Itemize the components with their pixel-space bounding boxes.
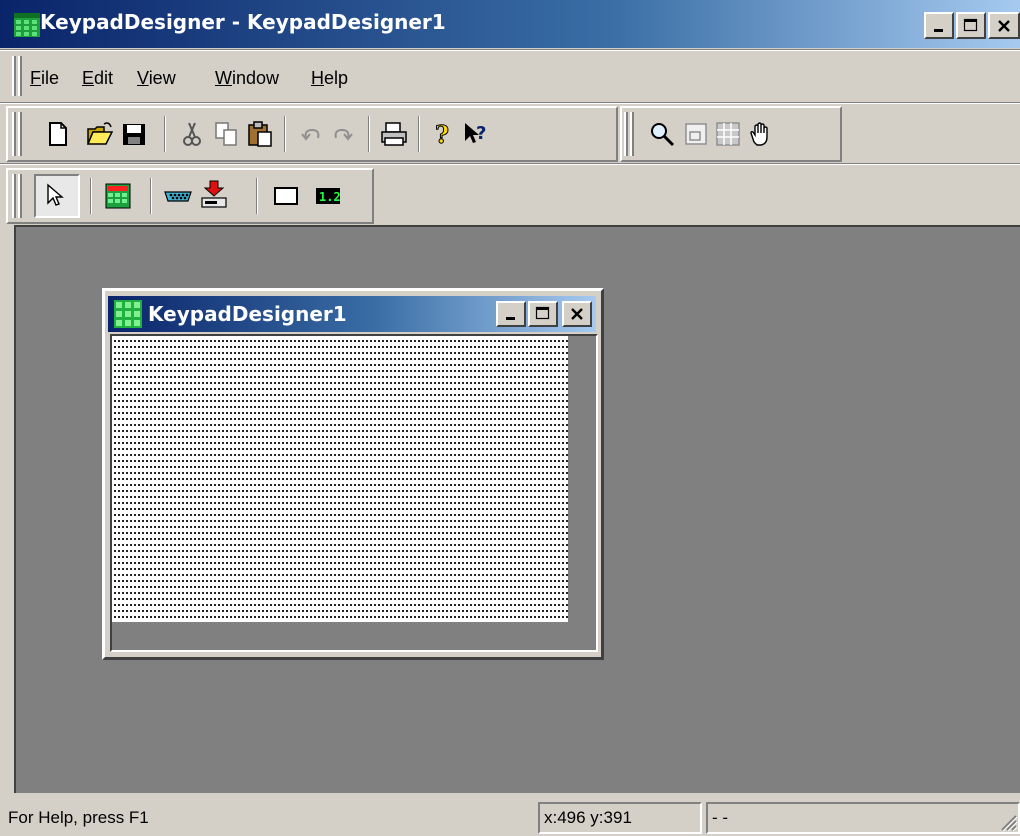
- toolbar-separator: [368, 116, 370, 152]
- new-document-icon[interactable]: [44, 120, 72, 148]
- maximize-button[interactable]: [956, 12, 986, 39]
- design-canvas-grid[interactable]: [112, 336, 568, 622]
- serial-port-icon[interactable]: [164, 182, 192, 210]
- pan-hand-icon[interactable]: [746, 120, 774, 148]
- close-icon: [998, 19, 1010, 32]
- menu-file-rest: ile: [41, 68, 60, 88]
- open-folder-icon[interactable]: [86, 120, 114, 148]
- toolbar-separator: [164, 116, 166, 152]
- minimize-icon: [934, 28, 943, 32]
- toolbar-separator: [90, 178, 92, 214]
- keypad-doc-icon: [114, 300, 142, 328]
- menubar-grip[interactable]: [12, 56, 16, 96]
- toolbar-row-divider: [0, 163, 1020, 165]
- close-icon: [571, 308, 583, 320]
- cut-icon[interactable]: [178, 120, 206, 148]
- zoom-icon[interactable]: [648, 120, 676, 148]
- toolbar-separator: [284, 116, 286, 152]
- menu-file-mnemonic: F: [30, 68, 41, 88]
- status-help-text: For Help, press F1: [8, 808, 149, 827]
- pointer-select-icon[interactable]: [44, 182, 72, 210]
- status-coordinates: x:496 y:391: [538, 802, 702, 834]
- menu-window-label: Window: [215, 68, 279, 88]
- window-title: KeypadDesigner - KeypadDesigner1: [40, 10, 446, 34]
- download-icon[interactable]: [200, 180, 228, 208]
- resize-grip-icon[interactable]: [996, 810, 1018, 832]
- menu-view-rest: iew: [148, 68, 176, 88]
- menu-window-rest: indow: [232, 68, 280, 88]
- maximize-icon: [963, 18, 978, 31]
- maximize-icon: [535, 306, 550, 320]
- save-icon[interactable]: [120, 120, 148, 148]
- print-icon[interactable]: [380, 120, 408, 148]
- tools-toolbar-grip-2[interactable]: [18, 174, 22, 218]
- menu-edit[interactable]: Edit: [82, 68, 113, 89]
- status-mode: - -: [706, 802, 1020, 834]
- menu-help[interactable]: Help: [311, 68, 348, 89]
- child-window-title: KeypadDesigner1: [148, 302, 347, 326]
- svg-text:?: ?: [435, 120, 449, 148]
- paste-icon[interactable]: [246, 120, 274, 148]
- menu-edit-label: Edit: [82, 68, 113, 88]
- svg-text:1.2: 1.2: [319, 190, 341, 204]
- menubar-grip-2[interactable]: [18, 56, 22, 96]
- menu-help-rest: elp: [324, 68, 349, 88]
- menu-view-mnemonic: V: [137, 68, 149, 88]
- svg-text:?: ?: [476, 123, 486, 144]
- menu-help-mnemonic: H: [311, 68, 324, 88]
- menu-file[interactable]: File: [30, 68, 59, 89]
- toolbar-separator: [150, 178, 152, 214]
- fit-page-icon[interactable]: [682, 120, 710, 148]
- menu-edit-mnemonic: E: [82, 68, 95, 88]
- about-icon[interactable]: ?: [428, 120, 456, 148]
- tools-toolbar-grip[interactable]: [12, 174, 16, 218]
- standard-toolbar-grip[interactable]: [12, 112, 16, 156]
- minimize-button[interactable]: [924, 12, 954, 39]
- grid-icon[interactable]: [714, 120, 742, 148]
- redo-icon[interactable]: [328, 120, 356, 148]
- menu-view-label: View: [137, 68, 176, 88]
- minimize-icon: [506, 317, 515, 320]
- menubar-bottom-divider: [0, 102, 1020, 104]
- menu-window[interactable]: Window: [215, 68, 279, 89]
- menu-view[interactable]: View: [137, 68, 176, 89]
- child-maximize-button[interactable]: [528, 301, 558, 327]
- menu-help-label: Help: [311, 68, 348, 88]
- standard-toolbar-grip-2[interactable]: [18, 112, 22, 156]
- led-display-icon[interactable]: 1.2: [314, 182, 342, 210]
- close-button[interactable]: [988, 12, 1020, 39]
- keypad-icon[interactable]: [104, 182, 132, 210]
- keypad-app-icon: [14, 13, 40, 37]
- child-minimize-button[interactable]: [496, 301, 526, 327]
- copy-icon[interactable]: [212, 120, 240, 148]
- undo-icon[interactable]: [298, 120, 326, 148]
- menu-file-label: File: [30, 68, 59, 88]
- toolbar-separator: [256, 178, 258, 214]
- context-help-icon[interactable]: ?: [462, 120, 490, 148]
- toolbar-separator: [418, 116, 420, 152]
- child-close-button[interactable]: [562, 301, 592, 327]
- rectangle-icon[interactable]: [272, 182, 300, 210]
- menu-window-mnemonic: W: [215, 68, 232, 88]
- menu-edit-rest: dit: [94, 68, 114, 88]
